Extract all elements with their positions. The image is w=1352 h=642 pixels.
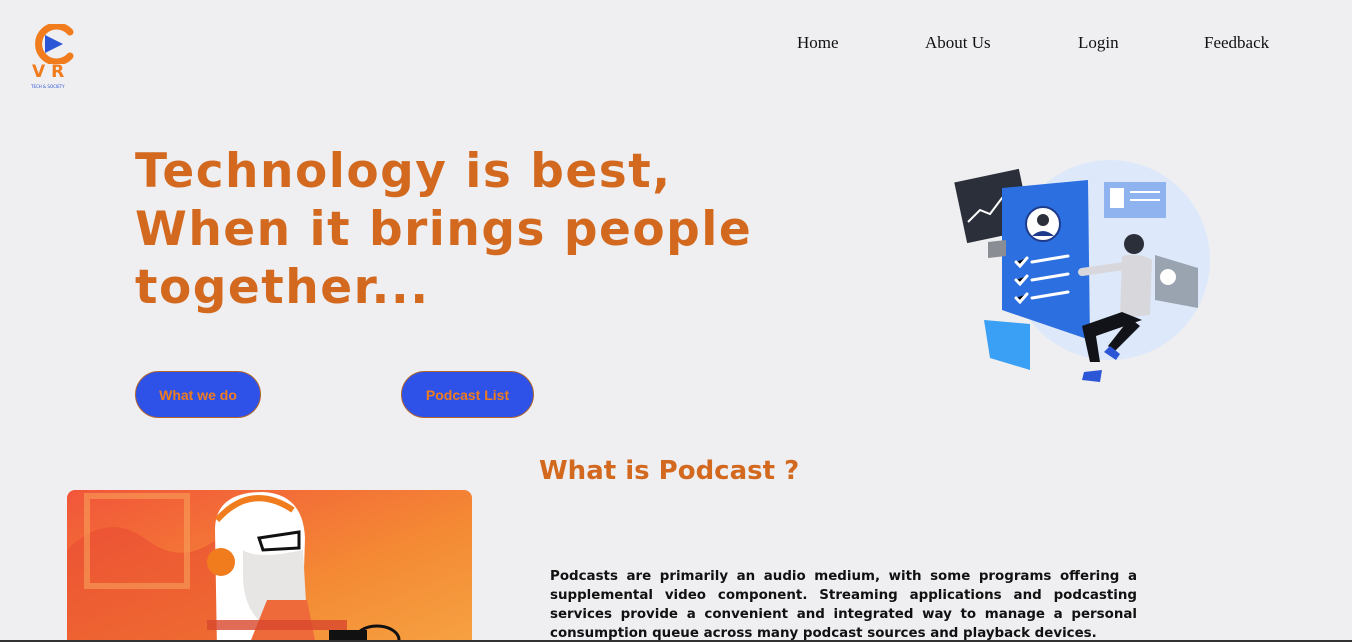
nav-login[interactable]: Login [1078,33,1119,53]
hero-line-3: together... [135,260,430,315]
section-title: What is Podcast ? [539,456,800,486]
hero-line-1: Technology is best, [135,144,672,199]
what-we-do-button[interactable]: What we do [135,371,261,418]
logo-letters: VR [32,62,71,82]
hero-illustration [948,160,1210,382]
nav-about-us[interactable]: About Us [925,33,991,53]
podcast-host-image [67,490,472,642]
mail-icon [988,240,1006,258]
main-nav: Home About Us Login Feedback [0,33,1352,57]
podcast-list-button[interactable]: Podcast List [401,371,534,418]
headphones-icon [207,548,235,576]
hero-line-2: When it brings people [135,202,753,257]
section-body: Podcasts are primarily an audio medium, … [550,569,1137,641]
hero-headline: Technology is best, When it brings peopl… [135,143,775,317]
logo-tagline: TECH & SOCIETY [31,84,65,89]
person-figure [1124,234,1144,254]
nav-home[interactable]: Home [797,33,839,53]
nav-feedback[interactable]: Feedback [1204,33,1269,53]
